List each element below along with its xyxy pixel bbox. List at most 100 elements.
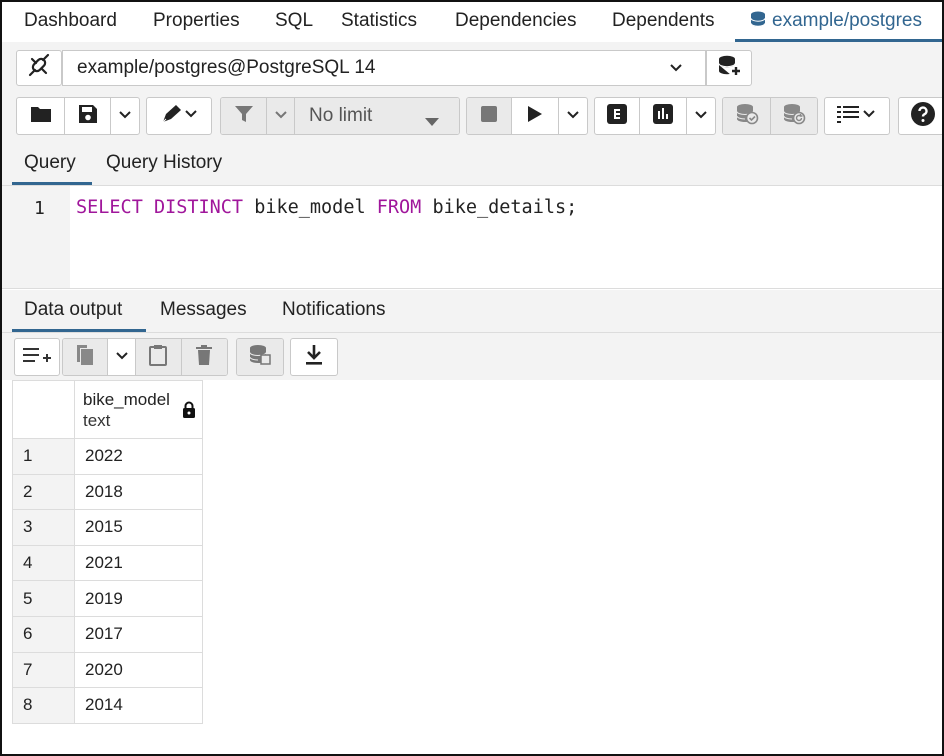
database-save-icon <box>248 344 272 371</box>
cell-bike-model[interactable]: 2020 <box>74 651 203 689</box>
grid-header-row: bike_model text <box>12 380 203 439</box>
connection-select[interactable]: example/postgres@PostgreSQL 14 <box>62 50 706 86</box>
table-row[interactable]: 7 2020 <box>12 651 203 689</box>
query-tool-window: Dashboard Properties SQL Statistics Depe… <box>0 0 944 756</box>
help-group <box>898 97 942 135</box>
tab-messages[interactable]: Messages <box>160 290 247 330</box>
tab-dependencies[interactable]: Dependencies <box>455 2 576 40</box>
edit-menu-button[interactable] <box>147 98 211 134</box>
query-tab-indicator <box>12 182 92 185</box>
keyword-select: SELECT <box>76 197 143 218</box>
download-group <box>290 338 338 376</box>
list-icon <box>837 104 877 129</box>
chevron-down-icon <box>694 107 708 125</box>
row-number: 1 <box>12 438 75 475</box>
edit-group <box>146 97 212 135</box>
tab-query-tool-label: example/postgres <box>772 10 922 31</box>
chevron-down-icon <box>669 51 683 97</box>
filter-options-dropdown[interactable] <box>267 98 295 134</box>
database-plus-icon <box>717 54 741 83</box>
tab-query[interactable]: Query <box>24 142 76 184</box>
download-icon <box>305 344 323 371</box>
table-row[interactable]: 5 2019 <box>12 580 203 617</box>
add-row-button[interactable] <box>15 339 59 375</box>
cell-bike-model[interactable]: 2021 <box>74 544 203 582</box>
cell-bike-model[interactable]: 2017 <box>74 615 203 653</box>
connection-label: example/postgres@PostgreSQL 14 <box>77 57 376 78</box>
open-file-button[interactable] <box>17 98 65 134</box>
rollback-button[interactable] <box>771 98 817 134</box>
column-header-bike-model[interactable]: bike_model text <box>74 380 203 439</box>
commit-button[interactable] <box>723 98 771 134</box>
stop-icon <box>481 105 498 127</box>
stop-button[interactable] <box>467 98 513 134</box>
identifier-column: bike_model <box>254 197 366 218</box>
row-number: 5 <box>12 580 75 617</box>
data-output-toolbar <box>2 333 942 380</box>
query-toolbar: No limit <box>2 94 942 142</box>
save-icon <box>78 104 98 129</box>
sql-editor[interactable]: 1 SELECT DISTINCT bike_model FROM bike_d… <box>2 186 942 289</box>
tab-dashboard[interactable]: Dashboard <box>24 2 117 40</box>
tab-query-tool[interactable]: example/postgres <box>750 2 922 40</box>
tab-notifications[interactable]: Notifications <box>282 290 386 330</box>
database-icon <box>750 5 766 43</box>
explain-analyze-button[interactable] <box>640 98 688 134</box>
copy-options-dropdown[interactable] <box>108 339 137 375</box>
tab-properties[interactable]: Properties <box>153 2 240 40</box>
cell-bike-model[interactable]: 2019 <box>74 580 203 617</box>
tab-data-output[interactable]: Data output <box>24 290 122 330</box>
output-panel-tabs: Data output Messages Notifications <box>2 290 942 333</box>
table-row[interactable]: 6 2017 <box>12 615 203 653</box>
download-button[interactable] <box>291 339 337 375</box>
copy-paste-group <box>62 338 228 376</box>
result-grid: bike_model text 1 2022 2 2018 3 2015 4 2021 … <box>12 380 203 724</box>
table-row[interactable]: 4 2021 <box>12 544 203 582</box>
help-icon <box>911 101 935 131</box>
delete-row-button[interactable] <box>181 339 227 375</box>
row-limit-value: No limit <box>309 105 373 126</box>
table-row[interactable]: 3 2015 <box>12 509 203 546</box>
cell-bike-model[interactable]: 2015 <box>74 509 203 546</box>
cell-bike-model[interactable]: 2022 <box>74 438 203 475</box>
row-number: 4 <box>12 544 75 582</box>
caret-down-icon <box>425 111 439 133</box>
connection-status-button[interactable] <box>16 50 62 86</box>
new-connection-button[interactable] <box>706 50 752 86</box>
chevron-down-icon <box>118 107 132 125</box>
play-icon <box>527 105 543 128</box>
filter-button[interactable] <box>221 98 267 134</box>
row-limit-select[interactable]: No limit <box>295 98 459 134</box>
explain-button[interactable] <box>595 98 641 134</box>
macros-button[interactable] <box>825 98 889 134</box>
bar-chart-icon <box>653 103 674 129</box>
add-row-group <box>14 338 60 376</box>
tab-dependents[interactable]: Dependents <box>612 2 714 40</box>
row-number: 2 <box>12 473 75 511</box>
cell-bike-model[interactable]: 2018 <box>74 473 203 511</box>
table-row[interactable]: 2 2018 <box>12 473 203 511</box>
tab-sql[interactable]: SQL <box>275 2 313 40</box>
tab-statistics[interactable]: Statistics <box>341 2 417 40</box>
copy-button[interactable] <box>63 339 109 375</box>
cell-bike-model[interactable]: 2014 <box>74 687 203 724</box>
row-number: 3 <box>12 509 75 546</box>
folder-icon <box>30 105 52 128</box>
row-number: 8 <box>12 687 75 724</box>
save-options-dropdown[interactable] <box>111 98 139 134</box>
explain-options-dropdown[interactable] <box>687 98 715 134</box>
file-group <box>16 97 140 135</box>
execute-options-dropdown[interactable] <box>559 98 587 134</box>
copy-icon <box>75 344 95 371</box>
save-file-button[interactable] <box>65 98 111 134</box>
execute-button[interactable] <box>512 98 560 134</box>
paste-button[interactable] <box>136 339 182 375</box>
save-data-changes-button[interactable] <box>237 339 283 375</box>
macros-group <box>824 97 890 135</box>
table-row[interactable]: 8 2014 <box>12 687 203 724</box>
table-row[interactable]: 1 2022 <box>12 438 203 475</box>
help-button[interactable] <box>899 98 942 134</box>
transaction-group <box>722 97 818 135</box>
tab-query-history[interactable]: Query History <box>106 142 222 184</box>
filter-icon <box>234 104 254 129</box>
